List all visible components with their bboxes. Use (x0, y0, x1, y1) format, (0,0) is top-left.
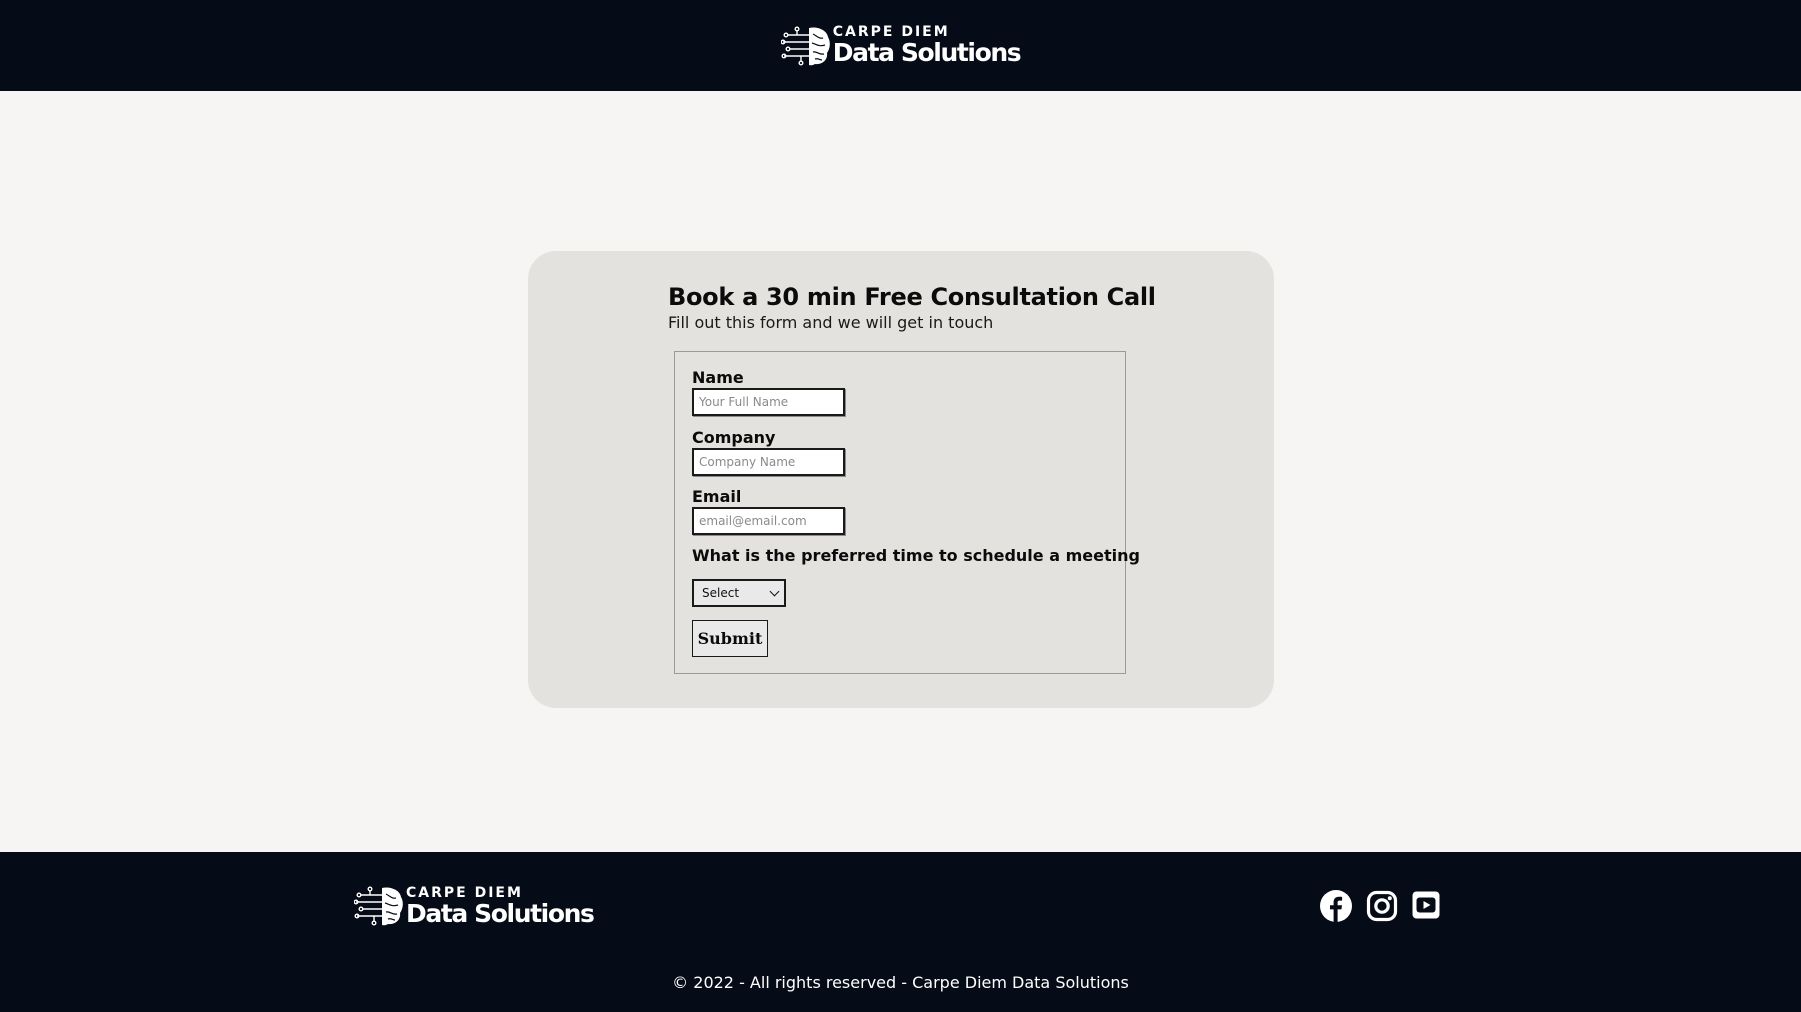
brain-circuit-icon (354, 886, 403, 926)
footer-logo[interactable]: CARPE DIEM Data Solutions (354, 884, 595, 928)
consultation-form: Name Company Email What is the preferred… (674, 351, 1140, 674)
instagram-icon[interactable] (1366, 890, 1398, 922)
facebook-icon[interactable] (1320, 890, 1352, 922)
meeting-time-select[interactable]: Select (692, 579, 786, 607)
logo-bottom-text: Data Solutions (406, 898, 595, 928)
logo-top-text: CARPE DIEM (406, 884, 523, 901)
youtube-icon[interactable] (1411, 890, 1441, 920)
logo-bottom-text: Data Solutions (832, 38, 1022, 67)
consultation-card: Book a 30 min Free Consultation Call Fil… (528, 251, 1274, 708)
logo-wordmark: CARPE DIEM Data Solutions (832, 24, 1022, 67)
brain-circuit-icon (780, 26, 830, 66)
header-logo[interactable]: CARPE DIEM Data Solutions (780, 24, 1022, 67)
site-header: CARPE DIEM Data Solutions (0, 0, 1801, 91)
company-input[interactable] (692, 448, 845, 476)
logo-wordmark: CARPE DIEM Data Solutions (406, 884, 595, 928)
meeting-time-selected: Select (702, 586, 740, 600)
logo-top-text: CARPE DIEM (832, 24, 950, 40)
submit-button[interactable]: Submit (692, 620, 768, 657)
meeting-time-label: What is the preferred time to schedule a… (692, 546, 1140, 565)
name-label: Name (692, 368, 744, 387)
name-input[interactable] (692, 388, 845, 416)
site-footer: CARPE DIEM Data Solutions © 2022 - All r… (0, 852, 1801, 1012)
page-title: Book a 30 min Free Consultation Call (668, 283, 1156, 311)
chevron-down-icon (769, 586, 780, 596)
email-input[interactable] (692, 507, 845, 535)
page-subtitle: Fill out this form and we will get in to… (668, 313, 994, 332)
copyright-text: © 2022 - All rights reserved - Carpe Die… (672, 973, 1129, 992)
company-label: Company (692, 428, 776, 447)
email-label: Email (692, 487, 742, 506)
